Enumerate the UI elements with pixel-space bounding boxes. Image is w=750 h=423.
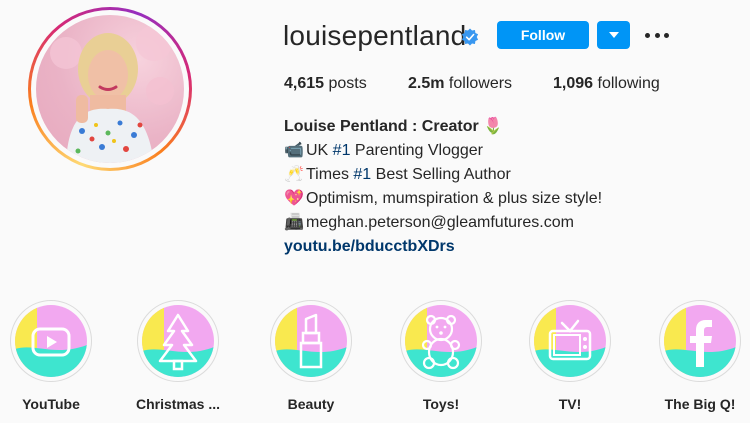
more-dot-icon	[654, 32, 660, 38]
bio-line: 💖 Optimism, mumspiration & plus size styl…	[284, 187, 602, 211]
highlight-item[interactable]: The Big Q!	[650, 300, 750, 412]
teddy-bear-icon	[405, 305, 477, 377]
tulip-icon: 🌷	[483, 118, 504, 135]
highlight-cover	[142, 305, 214, 377]
following-count: 1,096	[553, 75, 594, 92]
highlight-label: TV!	[558, 396, 582, 412]
avatar-photo	[36, 15, 184, 163]
highlight-cover	[405, 305, 477, 377]
bio-email: meghan.peterson@gleamfutures.com	[306, 214, 574, 231]
more-options-button[interactable]	[645, 27, 669, 43]
bio-text: Parenting Vlogger	[350, 142, 483, 159]
profile-avatar[interactable]	[28, 7, 192, 171]
highlight-cover-ring	[659, 300, 741, 382]
facebook-icon	[664, 305, 736, 377]
bio-line: 🥂 Times #1 Best Selling Author	[284, 163, 602, 187]
video-camera-icon: 📹	[284, 142, 304, 159]
followers-stat[interactable]: 2.5m followers	[408, 75, 512, 93]
story-highlights-tray: YouTube Christmas ... Beauty Toys! TV! T…	[0, 300, 750, 423]
bio-text: UK	[306, 142, 333, 159]
youtube-icon	[15, 305, 87, 377]
highlight-label: The Big Q!	[664, 396, 736, 412]
highlight-cover-ring	[529, 300, 611, 382]
highlight-cover-ring	[137, 300, 219, 382]
bio-name-line: Louise Pentland : Creator 🌷	[284, 115, 602, 139]
highlight-label: Toys!	[422, 396, 460, 412]
highlight-cover-ring	[270, 300, 352, 382]
highlight-label: Christmas ...	[135, 396, 221, 412]
highlight-cover-ring	[10, 300, 92, 382]
posts-label: posts	[328, 75, 367, 92]
followers-count: 2.5m	[408, 75, 445, 92]
highlight-label: Beauty	[287, 396, 335, 412]
profile-username: louisepentland	[283, 20, 467, 51]
bio-line: 📹 UK #1 Parenting Vlogger	[284, 139, 602, 163]
bio-line: 📠 meghan.peterson@gleamfutures.com	[284, 211, 602, 235]
profile-full-name: Louise Pentland : Creator	[284, 118, 479, 135]
posts-count: 4,615	[284, 75, 325, 92]
posts-stat: 4,615 posts	[284, 75, 367, 93]
profile-bio: Louise Pentland : Creator 🌷 📹 UK #1 Paren…	[284, 115, 602, 259]
highlight-cover	[664, 305, 736, 377]
more-dot-icon	[664, 32, 669, 38]
sparkling-heart-icon: 💖	[284, 190, 304, 207]
champagne-icon: 🥂	[284, 166, 304, 183]
highlight-item[interactable]: Toys!	[391, 300, 491, 412]
suggested-accounts-dropdown-button[interactable]	[597, 21, 630, 49]
bio-text: Best Selling Author	[371, 166, 511, 183]
more-dot-icon	[645, 32, 650, 38]
highlight-item[interactable]: Christmas ...	[128, 300, 228, 412]
bio-website-link[interactable]: youtu.be/bducctbXDrs	[284, 238, 455, 255]
fax-machine-icon: 📠	[284, 214, 304, 231]
highlight-cover	[15, 305, 87, 377]
hashtag-link[interactable]: #1	[353, 166, 371, 183]
highlight-cover	[275, 305, 347, 377]
bio-text: Times	[306, 166, 354, 183]
highlight-item[interactable]: Beauty	[261, 300, 361, 412]
highlight-item[interactable]: YouTube	[1, 300, 101, 412]
verified-badge-icon	[461, 28, 479, 46]
caret-down-icon	[608, 32, 619, 38]
follow-button[interactable]: Follow	[497, 21, 589, 49]
highlight-cover	[534, 305, 606, 377]
following-stat[interactable]: 1,096 following	[553, 75, 660, 93]
lipstick-icon	[275, 305, 347, 377]
hashtag-link[interactable]: #1	[333, 142, 351, 159]
avatar-portrait-illustration	[50, 25, 174, 163]
bio-line: youtu.be/bducctbXDrs	[284, 235, 602, 259]
followers-label: followers	[448, 75, 513, 92]
highlight-label: YouTube	[22, 396, 80, 412]
bio-text: Optimism, mumspiration & plus size style…	[306, 190, 603, 207]
highlight-cover-ring	[400, 300, 482, 382]
highlight-item[interactable]: TV!	[520, 300, 620, 412]
christmas-tree-icon	[142, 305, 214, 377]
tv-icon	[534, 305, 606, 377]
following-label: following	[597, 75, 660, 92]
